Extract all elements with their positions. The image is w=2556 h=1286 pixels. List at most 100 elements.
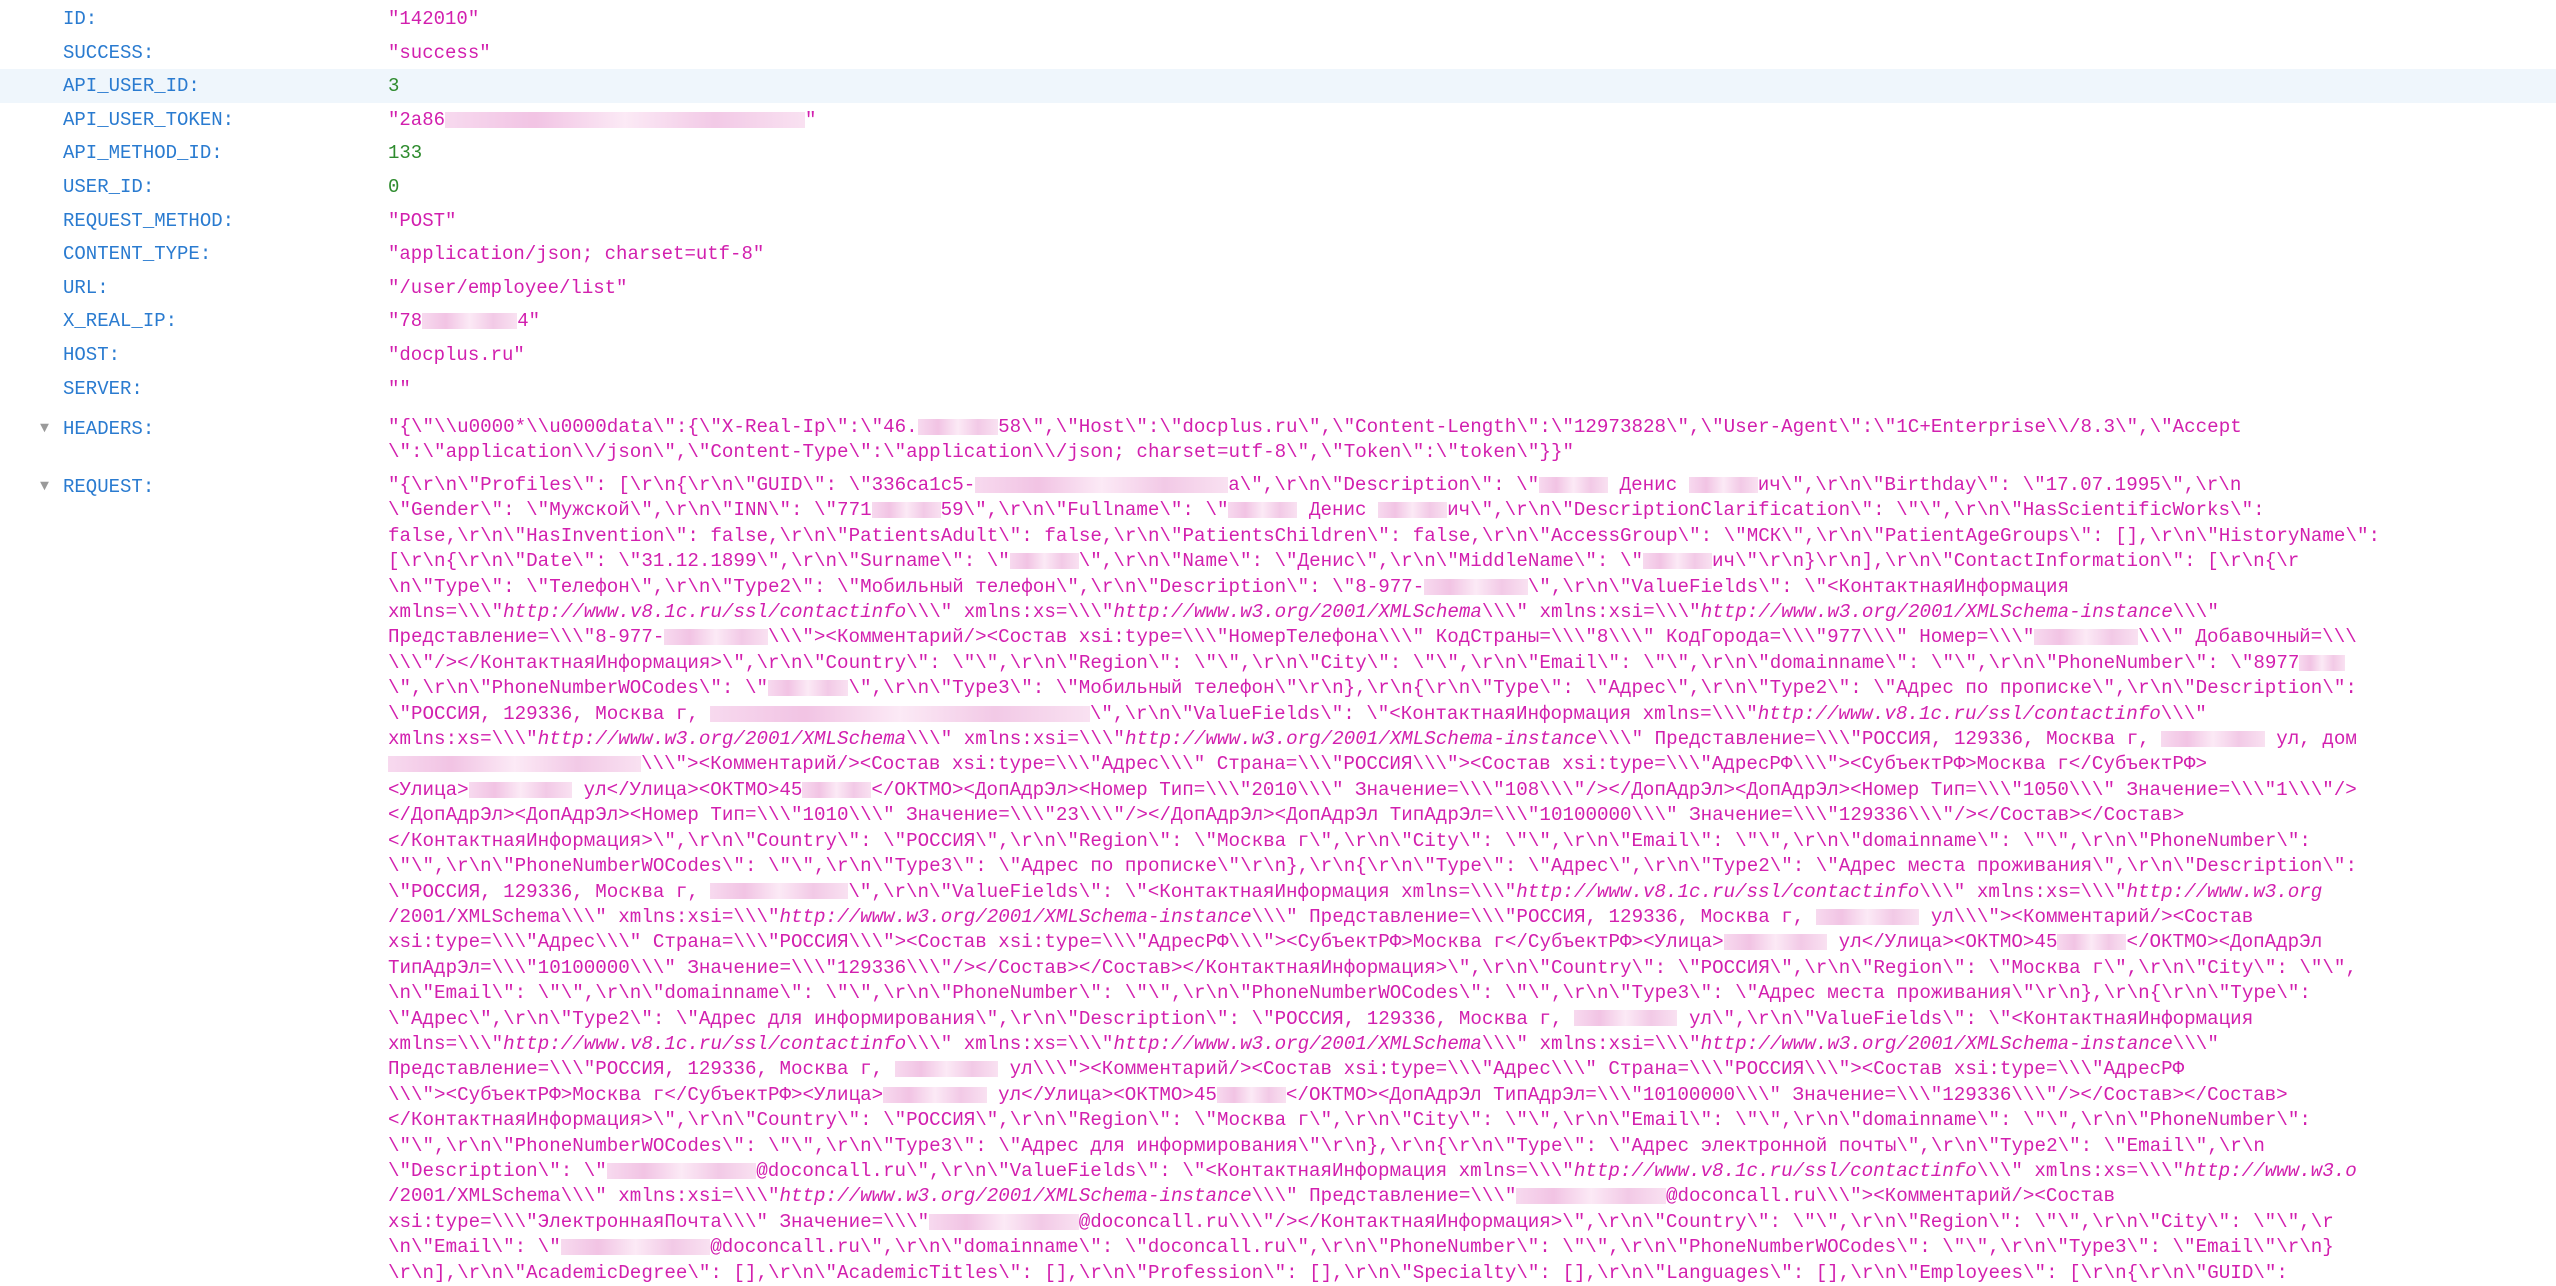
value-line: \"Адрес\",\r\n\"Type2\": \"Адрес для инф… bbox=[388, 1007, 2254, 1030]
value-line: </КонтактнаяИнформация>\",\r\n\"Country\… bbox=[388, 829, 2311, 852]
field-key: API_USER_ID: bbox=[63, 75, 200, 98]
value-line: xmlns=\\\"http://www.v8.1c.ru/ssl/contac… bbox=[388, 1032, 2219, 1055]
field-key: CONTENT_TYPE: bbox=[63, 243, 212, 266]
field-row-api-user-id[interactable]: API_USER_ID: 3 bbox=[0, 69, 2556, 103]
value-line: xmlns:xs=\\\"http://www.w3.org/2001/XMLS… bbox=[388, 728, 2357, 751]
value-line: \"РОССИЯ, 129336, Москва г, \",\r\n\"Val… bbox=[388, 702, 2207, 725]
value-line: "{\r\n\"Profiles\": [\r\n{\r\n\"GUID\": … bbox=[388, 474, 2242, 496]
redacted-text bbox=[710, 705, 1090, 722]
value-line: \"\",\r\n\"PhoneNumberWOCodes\": \"\",\r… bbox=[388, 1134, 2265, 1157]
field-value: "success" bbox=[388, 41, 491, 64]
headers-value: "{\"\\u0000*\\u0000data\":{\"X-Real-Ip\"… bbox=[388, 415, 2556, 466]
redacted-text bbox=[1216, 1086, 1286, 1103]
field-row-host[interactable]: HOST: "docplus.ru" bbox=[0, 338, 2556, 372]
value-line: </ДопАдрЭл><ДопАдрЭл><Номер Тип=\\\"1010… bbox=[388, 804, 2185, 827]
redacted-text bbox=[871, 502, 941, 519]
request-key[interactable]: REQUEST: bbox=[63, 476, 154, 498]
redacted-text bbox=[802, 781, 872, 798]
redacted-text bbox=[2034, 629, 2138, 646]
field-key: URL: bbox=[63, 276, 109, 299]
value-suffix: 4" bbox=[517, 310, 541, 333]
redacted-text bbox=[767, 680, 849, 697]
value-line: \",\r\n\"PhoneNumberWOCodes\": \" \",\r\n… bbox=[388, 677, 2357, 700]
field-value: "" bbox=[388, 377, 411, 400]
redacted-text bbox=[975, 476, 1229, 493]
field-row-user-id[interactable]: USER_ID: 0 bbox=[0, 170, 2556, 204]
redacted-text bbox=[664, 629, 768, 646]
field-value: "78 4" bbox=[388, 310, 540, 332]
field-key: API_USER_TOKEN: bbox=[63, 108, 235, 131]
redacted-text bbox=[1815, 908, 1920, 925]
value-line: Представление=\\\"8-977- \\\"><Комментари… bbox=[388, 626, 2357, 649]
field-row-request-method[interactable]: REQUEST_METHOD: "POST" bbox=[0, 204, 2556, 238]
field-row-api-method-id[interactable]: API_METHOD_ID: 133 bbox=[0, 136, 2556, 170]
value-line: \"РОССИЯ, 129336, Москва г, \",\r\n\"Val… bbox=[388, 880, 2323, 903]
redacted-text bbox=[2161, 730, 2265, 747]
value-line: \n\"Email\": \"\",\r\n\"domainname\": \"… bbox=[388, 982, 2311, 1005]
redacted-text bbox=[1643, 553, 1712, 570]
value-line: /2001/XMLSchema\\\" xmlns:xsi=\\\"http:/… bbox=[388, 905, 2254, 928]
redacted-text bbox=[917, 418, 999, 435]
field-value: "142010" bbox=[388, 8, 480, 30]
redacted-text bbox=[445, 111, 806, 128]
value-line: \":\"application\\/json\",\"Content-Type… bbox=[388, 441, 1574, 464]
redacted-text bbox=[606, 1162, 757, 1179]
redacted-text bbox=[2299, 654, 2346, 671]
field-key: REQUEST_METHOD: bbox=[63, 209, 235, 232]
redacted-text bbox=[1539, 476, 1609, 493]
value-line: \n\"Email\": \" @doconcall.ru\",\r\n\"dom… bbox=[388, 1236, 2334, 1259]
value-line: </КонтактнаяИнформация>\",\r\n\"Country\… bbox=[388, 1109, 2311, 1132]
value-line: xmlns=\\\"http://www.v8.1c.ru/ssl/contac… bbox=[388, 601, 2219, 624]
redacted-text bbox=[929, 1213, 1079, 1230]
field-row-id[interactable]: ID: "142010" bbox=[0, 2, 2556, 36]
field-row-content-type[interactable]: CONTENT_TYPE: "application/json; charset=… bbox=[0, 237, 2556, 271]
redacted-text bbox=[1688, 476, 1758, 493]
field-key: X_REAL_IP: bbox=[63, 310, 178, 333]
value-prefix: "2a86 bbox=[388, 108, 446, 131]
field-value: 133 bbox=[388, 142, 423, 165]
field-value: "2a86 " bbox=[388, 109, 816, 131]
value-line: \\\"/></КонтактнаяИнформация>\",\r\n\"Co… bbox=[388, 651, 2556, 676]
value-line: xsi:type=\\\"ЭлектроннаяПочта\\\" Значен… bbox=[388, 1210, 2334, 1233]
value-line: \"Gender\": \"Мужской\",\r\n\"INN\": \"7… bbox=[388, 499, 2265, 522]
field-row-url[interactable]: URL: "/user/employee/list" bbox=[0, 271, 2556, 305]
field-key: ID: bbox=[63, 8, 98, 30]
field-value: 3 bbox=[388, 75, 400, 98]
headers-key[interactable]: HEADERS: bbox=[63, 418, 154, 440]
redacted-text bbox=[2057, 934, 2127, 951]
value-line: /2001/XMLSchema\\\" xmlns:xsi=\\\"http:/… bbox=[388, 1185, 2115, 1208]
redacted-text bbox=[422, 313, 518, 330]
field-row-success[interactable]: SUCCESS: "success" bbox=[0, 36, 2556, 70]
value-line: \r\n],\r\n\"AcademicDegree\": [],\r\n\"A… bbox=[388, 1261, 2288, 1284]
field-row-x-real-ip[interactable]: X_REAL_IP: "78 4" bbox=[0, 304, 2556, 338]
value-line: \"Description\": \" @doconcall.ru\",\r\n\… bbox=[388, 1159, 2357, 1182]
value-line: false,\r\n\"HasInvention\": false,\r\n\"… bbox=[388, 524, 2380, 547]
redacted-text bbox=[468, 781, 573, 798]
collapse-triangle-icon[interactable]: ▼ bbox=[40, 478, 49, 495]
field-value: 0 bbox=[388, 176, 400, 198]
field-value: "docplus.ru" bbox=[388, 344, 525, 366]
value-prefix: "78 bbox=[388, 310, 423, 333]
value-line: \"\",\r\n\"PhoneNumberWOCodes\": \"\",\r… bbox=[388, 855, 2357, 878]
field-key: HOST: bbox=[63, 344, 121, 366]
redacted-text bbox=[1009, 553, 1079, 570]
redacted-text bbox=[560, 1239, 711, 1256]
collapse-triangle-icon[interactable]: ▼ bbox=[40, 420, 49, 437]
value-line: [\r\n{\r\n\"Date\": \"31.12.1899\",\r\n\… bbox=[388, 550, 2300, 573]
value-line: \\\"><СубъектРФ>Москва г</СубъектРФ><Ули… bbox=[388, 1083, 2288, 1106]
field-row-api-user-token[interactable]: API_USER_TOKEN: "2a86 " bbox=[0, 103, 2556, 137]
value-line: xsi:type=\\\"Адрес\\\" Страна=\\\"РОССИЯ… bbox=[388, 931, 2323, 954]
value-suffix: " bbox=[805, 108, 817, 131]
field-row-server[interactable]: SERVER: "" bbox=[0, 372, 2556, 406]
field-key: USER_ID: bbox=[63, 176, 155, 198]
value-line: \\\"><Комментарий/><Состав xsi:type=\\\"… bbox=[388, 752, 2556, 777]
redacted-text bbox=[1228, 502, 1298, 519]
redacted-text bbox=[1424, 578, 1528, 595]
redacted-text bbox=[894, 1061, 999, 1078]
field-value: "/user/employee/list" bbox=[388, 276, 628, 299]
value-line: ТипАдрЭл=\\\"10100000\\\" Значение=\\\"1… bbox=[388, 956, 2357, 979]
value-line: <Улица> ул</Улица><ОКТМО>45 </ОКТМО><ДопА… bbox=[388, 778, 2357, 801]
value-line: Представление=\\\"РОССИЯ, 129336, Москва… bbox=[388, 1058, 2185, 1081]
field-value: "application/json; charset=utf-8" bbox=[388, 243, 765, 266]
value-line: \n\"Type\": \"Телефон\",\r\n\"Type2\": \… bbox=[388, 575, 2069, 598]
